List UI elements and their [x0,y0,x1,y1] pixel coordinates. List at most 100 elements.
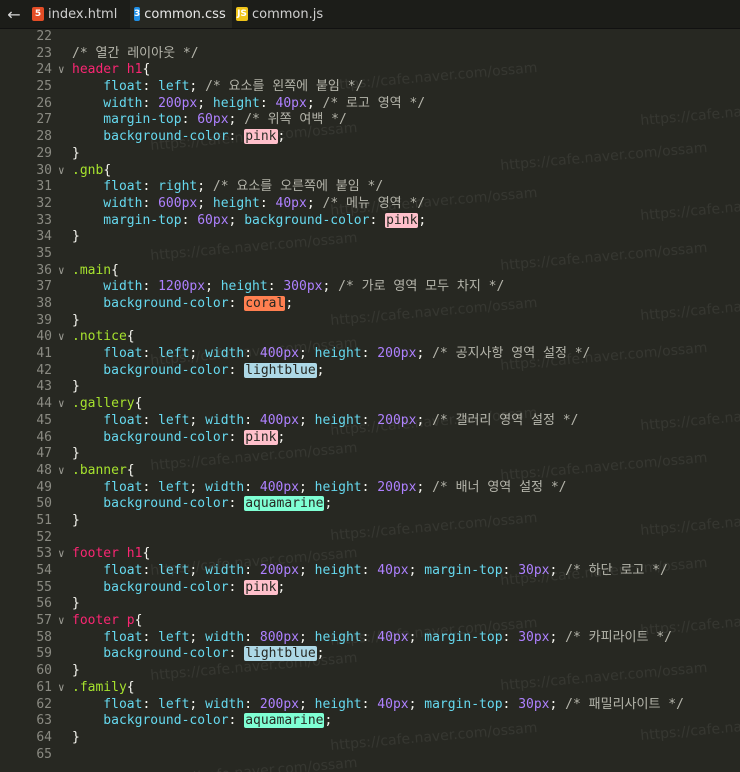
line-number: 54 [36,563,52,578]
code-token: : [228,129,245,145]
fold-chevron-icon[interactable]: ∨ [58,463,72,480]
comment-token: /* 위쪽 여백 */ [244,112,347,128]
code-line: 30 ∨ .gnb{ [0,163,740,180]
code-token: : [228,296,245,311]
line-number: 37 [36,279,52,295]
code-editor[interactable]: https://cafe.naver.com/ossam https://cafe… [0,29,740,772]
code-token: left [158,79,190,95]
fold-chevron-icon[interactable]: ∨ [58,263,72,280]
code-text: background-color: pink; [72,129,285,146]
code-token: 30px [518,563,550,578]
tab-common-js[interactable]: JS common.js [232,0,334,28]
code-token: footer p [72,613,135,629]
back-arrow-icon[interactable]: ← [0,0,28,28]
code-token: : [228,579,245,595]
code-token: width [205,629,245,645]
code-line: 27 margin-top: 60px; /* 위쪽 여백 */ [0,112,740,129]
code-token: : [228,362,245,378]
fold-chevron-icon[interactable]: ∨ [58,680,72,697]
code-token: left [158,346,190,362]
code-token: : [142,179,159,195]
code-token: 600px [158,195,198,211]
comment-token: /* 배너 영역 설정 */ [432,479,567,495]
color-swatch-token: aquamarine [244,496,325,512]
code-text: float: left; width: 400px; height: 200px… [72,413,578,430]
code-line: 37 width: 1200px; height: 300px; /* 가로 영… [0,279,740,296]
code-token: float [72,629,143,645]
code-token: left [158,696,190,712]
line-number: 32 [36,195,52,211]
fold-chevron-icon[interactable]: ∨ [58,613,72,630]
code-token: } [72,229,80,245]
code-line: 50 background-color: aquamarine; [0,496,740,513]
code-token: float [72,479,143,495]
tab-label: common.css [144,6,226,22]
code-line: 42 background-color: lightblue; [0,362,740,380]
code-token: background-color [72,713,229,729]
line-number: 43 [36,379,52,395]
tab-index-html[interactable]: 5 index.html [28,0,130,28]
code-line: 60} [0,663,740,680]
code-text: float: left; width: 400px; height: 200px… [72,346,590,363]
color-swatch-token: coral [244,296,286,311]
code-token: : [228,429,245,445]
color-swatch-token: lightblue [244,362,317,378]
line-number: 59 [36,646,52,662]
code-line: 39} [0,313,740,330]
line-number: 51 [36,512,52,528]
fold-chevron-icon[interactable]: ∨ [58,163,72,180]
code-token: ; [316,646,325,662]
code-text: } [72,379,80,396]
fold-chevron-icon[interactable]: ∨ [58,329,72,346]
code-line: 65 [0,747,740,764]
code-token: ; [299,412,315,428]
line-number: 50 [36,496,52,512]
code-token: : [142,412,159,428]
code-token: : [259,195,276,211]
code-token: ; [189,629,206,645]
code-line: 53 ∨ footer h1{ [0,546,740,563]
code-text: width: 1200px; height: 300px; /* 가로 영역 모… [72,279,504,296]
code-line: 44 ∨ .gallery{ [0,396,740,413]
code-token: float [72,412,143,428]
code-text: float: left; width: 400px; height: 200px… [72,480,566,497]
code-line: 49 float: left; width: 400px; height: 20… [0,480,740,497]
code-token: background-color [244,212,370,228]
code-token: ; [306,195,323,211]
fold-chevron-icon[interactable]: ∨ [58,62,72,79]
code-text: .gnb{ [72,163,111,180]
code-token: ; [299,696,315,712]
code-token: 200px [377,412,417,428]
code-token: .notice [72,329,127,345]
code-token: 40px [377,696,409,712]
code-token: : [228,713,245,729]
code-token: : [142,479,159,495]
fold-chevron-icon[interactable]: ∨ [58,546,72,563]
code-token: } [72,512,80,528]
tab-common-css[interactable]: 3 common.css [130,0,232,28]
line-number: 39 [36,312,52,328]
code-token: left [158,412,190,428]
code-token: : [142,629,159,645]
code-token: height [314,412,362,428]
line-number: 25 [36,79,52,95]
fold-chevron-icon[interactable]: ∨ [58,396,72,413]
code-token: { [134,396,143,412]
code-token: float [72,179,143,195]
code-token: right [158,179,198,195]
code-token: : [244,346,260,362]
code-token: ; [277,129,286,145]
code-token: ; [189,412,206,428]
code-token: } [72,446,80,462]
code-token: : [361,346,378,362]
code-token: background-color [72,362,229,378]
code-text: background-color: pink; [72,579,285,597]
code-token: ; [189,346,206,362]
code-text: footer p{ [72,613,142,630]
